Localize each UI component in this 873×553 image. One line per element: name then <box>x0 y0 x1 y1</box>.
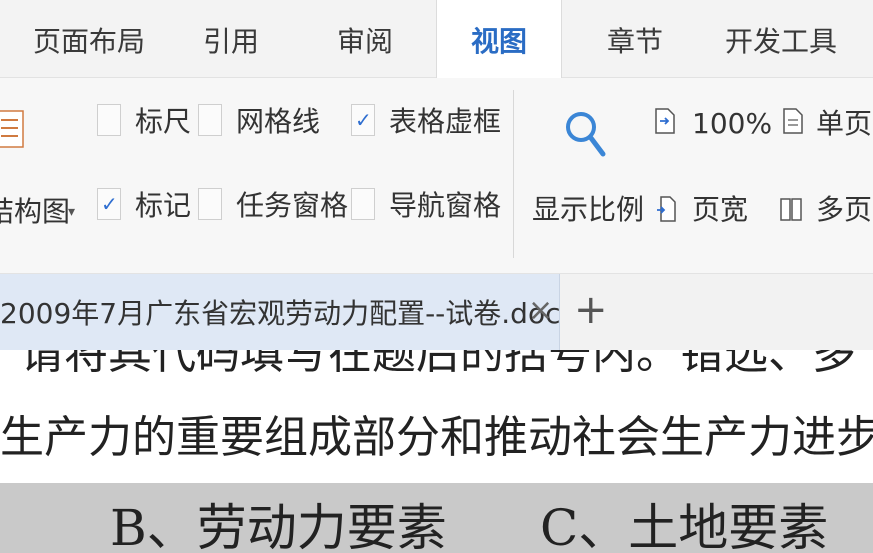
zoom-button[interactable]: 显示比例 <box>532 196 644 224</box>
ribbon-tab-bar: 页面布局 引用 审阅 视图 章节 开发工具 <box>0 0 873 79</box>
tab-page-layout[interactable]: 页面布局 <box>14 0 164 78</box>
ruler-label: 标尺 <box>135 105 192 138</box>
document-tab-bar: 2009年7月广东省宏观劳动力配置--试卷.doc × + <box>0 274 873 350</box>
ribbon-panel: 结构图 ▾ 标尺 网格线 表格虚框 标记 任务窗格 导航窗格 显示比例 100%… <box>0 78 873 274</box>
outline-button[interactable]: 结构图 <box>0 198 70 226</box>
gridlines-label: 网格线 <box>236 105 321 138</box>
nav-pane-label: 导航窗格 <box>389 189 502 222</box>
new-tab-button[interactable]: + <box>574 290 608 330</box>
document-text-line: 请将其代码填写在题后的括号内。错选、多 <box>20 350 856 379</box>
table-gridlines-label: 表格虚框 <box>389 105 502 138</box>
close-icon[interactable]: × <box>528 296 553 326</box>
tab-references[interactable]: 引用 <box>176 0 286 78</box>
multi-page-icon <box>780 198 802 221</box>
tab-view[interactable]: 视图 <box>436 0 562 79</box>
option-b: B、劳动力要素 <box>110 499 447 553</box>
answer-options-band: B、劳动力要素 C、土地要素 <box>0 483 873 553</box>
single-page-button[interactable]: 单页 <box>816 110 872 138</box>
document-text-line: 生产力的重要组成部分和推动社会生产力进步 <box>0 412 873 463</box>
document-page[interactable]: 请将其代码填写在题后的括号内。错选、多 生产力的重要组成部分和推动社会生产力进步… <box>0 350 873 553</box>
document-tab[interactable]: 2009年7月广东省宏观劳动力配置--试卷.doc × <box>0 274 560 350</box>
tab-review[interactable]: 审阅 <box>310 0 420 78</box>
multi-page-button[interactable]: 多页 <box>816 196 872 224</box>
actual-size-icon <box>655 108 675 134</box>
chevron-down-icon[interactable]: ▾ <box>68 204 75 220</box>
ruler-checkbox[interactable] <box>97 104 121 136</box>
outline-icon[interactable] <box>0 110 24 148</box>
tab-developer-tools[interactable]: 开发工具 <box>706 0 856 78</box>
page-width-button[interactable]: 页宽 <box>692 196 748 224</box>
marks-checkbox[interactable] <box>97 188 121 220</box>
task-pane-checkbox[interactable] <box>198 188 222 220</box>
zoom-100-button[interactable]: 100% <box>692 110 772 138</box>
ribbon-separator <box>513 90 514 258</box>
single-page-icon <box>783 108 803 134</box>
task-pane-label: 任务窗格 <box>236 189 349 222</box>
gridlines-checkbox[interactable] <box>198 104 222 136</box>
option-c: C、土地要素 <box>540 499 829 553</box>
page-width-icon <box>657 196 676 222</box>
document-tab-title: 2009年7月广东省宏观劳动力配置--试卷.doc <box>0 297 561 330</box>
marks-label: 标记 <box>135 189 192 222</box>
nav-pane-checkbox[interactable] <box>351 188 375 220</box>
zoom-magnifier-icon[interactable] <box>564 108 608 160</box>
table-gridlines-checkbox[interactable] <box>351 104 375 136</box>
tab-chapter[interactable]: 章节 <box>580 0 690 78</box>
